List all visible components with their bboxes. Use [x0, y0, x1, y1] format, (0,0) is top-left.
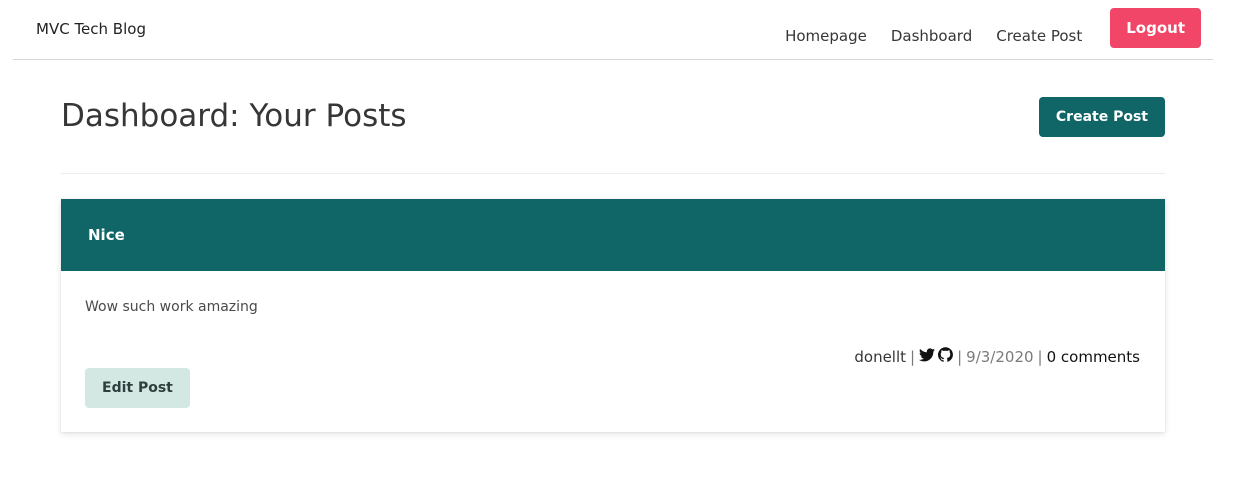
- post-card: Nice Wow such work amazing donellt | | 9…: [61, 199, 1165, 432]
- post-body: Wow such work amazing: [85, 299, 258, 315]
- post-comments-link[interactable]: 0 comments: [1047, 348, 1140, 366]
- post-title: Nice: [88, 226, 125, 244]
- twitter-icon[interactable]: [919, 347, 936, 366]
- post-header: Nice: [61, 199, 1165, 271]
- meta-separator: |: [1037, 347, 1043, 366]
- nav-link-homepage[interactable]: Homepage: [785, 27, 867, 45]
- nav-link-dashboard[interactable]: Dashboard: [891, 27, 972, 45]
- logout-button[interactable]: Logout: [1110, 8, 1201, 48]
- nav-link-create-post[interactable]: Create Post: [996, 27, 1082, 45]
- create-post-button[interactable]: Create Post: [1038, 97, 1165, 137]
- navbar: MVC Tech Blog Homepage Dashboard Create …: [13, 0, 1213, 60]
- nav-links: Homepage Dashboard Create Post Logout: [761, 8, 1201, 48]
- meta-separator: |: [910, 347, 916, 366]
- post-date: 9/3/2020: [966, 347, 1034, 366]
- brand-title[interactable]: MVC Tech Blog: [36, 20, 146, 38]
- edit-post-button[interactable]: Edit Post: [85, 368, 190, 408]
- divider: [61, 173, 1165, 174]
- meta-separator: |: [957, 347, 963, 366]
- page-title: Dashboard: Your Posts: [61, 98, 407, 134]
- post-author: donellt: [854, 347, 907, 366]
- post-meta: donellt | | 9/3/2020 | 0 comments: [854, 347, 1140, 366]
- github-icon[interactable]: [938, 347, 954, 366]
